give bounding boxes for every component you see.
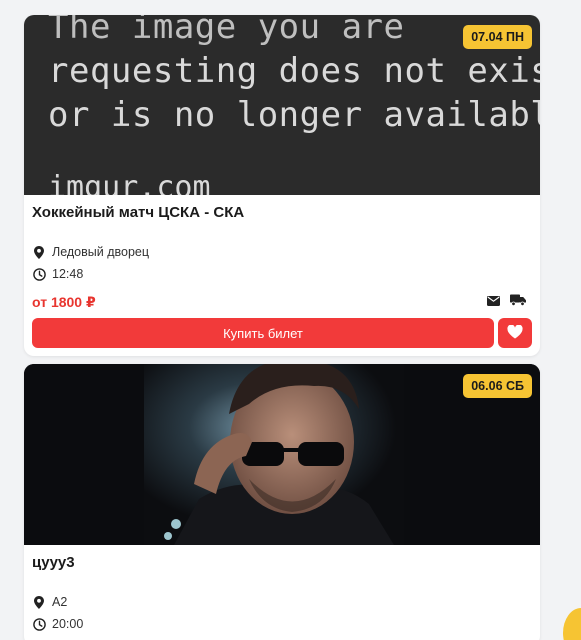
event-card-body: цууу3 А2 20:00 (24, 545, 540, 640)
delivery-options (487, 293, 532, 311)
date-badge: 06.06 СБ (463, 374, 532, 398)
event-time: 12:48 (32, 266, 532, 282)
date-badge: 07.04 ПН (463, 25, 532, 49)
event-image[interactable]: The image you are requesting does not ex… (24, 15, 540, 195)
event-card[interactable]: The image you are requesting does not ex… (24, 15, 540, 356)
event-venue: Ледовый дворец (32, 244, 532, 260)
venue-label: Ледовый дворец (52, 245, 150, 259)
time-label: 12:48 (52, 267, 84, 281)
event-image[interactable]: 06.06 СБ (24, 364, 540, 545)
event-title[interactable]: Хоккейный матч ЦСКА - СКА (32, 204, 532, 222)
envelope-icon (487, 293, 500, 311)
event-card-body: Хоккейный матч ЦСКА - СКА Ледовый дворец… (24, 195, 540, 356)
image-text-domain: imgur.com (48, 170, 211, 196)
event-time: 20:00 (32, 616, 532, 632)
clock-icon (32, 267, 46, 281)
price-label: от 1800 ₽ (32, 293, 96, 310)
floating-action-button[interactable] (563, 608, 581, 640)
event-venue: А2 (32, 594, 532, 610)
image-text-line: requesting does not exist (48, 51, 540, 91)
card-actions: Купить билет (32, 318, 532, 348)
image-text-line: or is no longer available. (48, 95, 540, 135)
favorite-button[interactable] (498, 318, 532, 348)
event-title[interactable]: цууу3 (32, 554, 532, 572)
venue-label: А2 (52, 595, 68, 609)
map-pin-icon (32, 245, 46, 259)
truck-icon (510, 293, 526, 311)
time-label: 20:00 (52, 617, 84, 631)
clock-icon (32, 617, 46, 631)
price-row: от 1800 ₽ (32, 294, 532, 310)
event-feed: The image you are requesting does not ex… (24, 15, 540, 640)
event-card[interactable]: 06.06 СБ цууу3 А2 20:00 (24, 364, 540, 640)
map-pin-icon (32, 595, 46, 609)
buy-ticket-button[interactable]: Купить билет (32, 318, 494, 348)
heart-icon (507, 324, 523, 342)
